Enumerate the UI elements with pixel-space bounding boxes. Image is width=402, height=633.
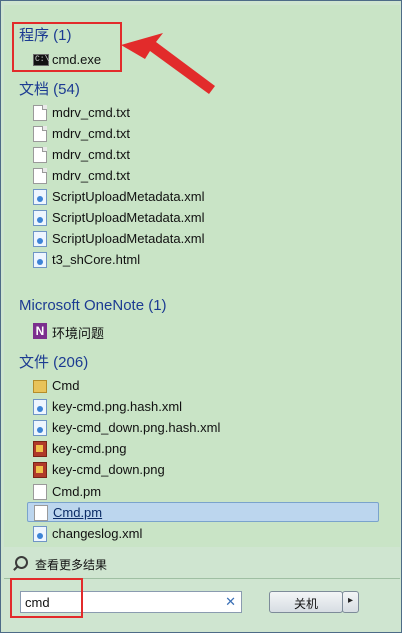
annotation-arrow <box>121 33 215 94</box>
